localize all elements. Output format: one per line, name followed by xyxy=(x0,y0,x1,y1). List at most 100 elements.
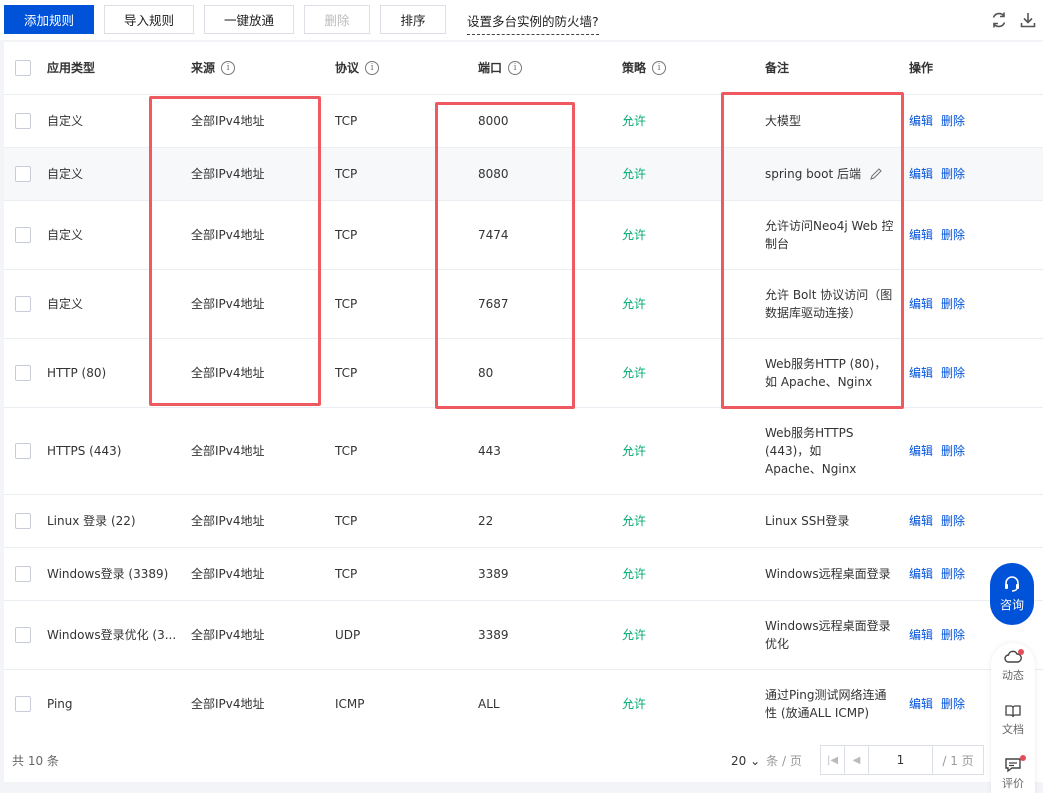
cell-app-type: Windows登录 (3389) xyxy=(47,567,169,581)
header-protocol[interactable]: 协议 i xyxy=(335,42,380,94)
prev-page-icon[interactable]: ◀ xyxy=(845,746,869,774)
cell-policy: 允许 xyxy=(622,228,647,242)
delete-link[interactable]: 删除 xyxy=(941,165,965,183)
download-icon[interactable] xyxy=(1018,10,1038,30)
delete-link[interactable]: 删除 xyxy=(941,226,965,244)
row-checkbox[interactable] xyxy=(15,166,31,182)
cell-note: Linux SSH登录 xyxy=(765,514,850,528)
header-port[interactable]: 端口 i xyxy=(478,42,523,94)
cell-protocol: UDP xyxy=(335,628,361,642)
cell-app-type: HTTP (80) xyxy=(47,366,107,380)
header-action: 操作 xyxy=(909,61,934,75)
delete-link[interactable]: 删除 xyxy=(941,695,965,713)
cell-app-type: HTTPS (443) xyxy=(47,444,122,458)
multi-instance-firewall-link[interactable]: 设置多台实例的防火墙? xyxy=(467,11,599,35)
header-source[interactable]: 来源 i xyxy=(191,42,236,94)
cell-app-type: 自定义 xyxy=(47,297,84,311)
cell-policy: 允许 xyxy=(622,114,647,128)
edit-link[interactable]: 编辑 xyxy=(909,565,933,583)
delete-link[interactable]: 删除 xyxy=(941,565,965,583)
row-checkbox[interactable] xyxy=(15,227,31,243)
total-count: 共 10 条 xyxy=(12,754,59,768)
refresh-icon[interactable] xyxy=(989,10,1009,30)
cell-protocol: TCP xyxy=(335,444,358,458)
cell-protocol: TCP xyxy=(335,514,358,528)
rate-button[interactable]: 评价 xyxy=(991,757,1035,791)
book-icon xyxy=(1005,705,1021,718)
edit-link[interactable]: 编辑 xyxy=(909,695,933,713)
comment-icon xyxy=(1005,758,1021,773)
edit-link[interactable]: 编辑 xyxy=(909,626,933,644)
edit-link[interactable]: 编辑 xyxy=(909,442,933,460)
cell-policy: 允许 xyxy=(622,366,647,380)
dynamic-button[interactable]: 动态 xyxy=(991,649,1035,683)
cell-protocol: TCP xyxy=(335,167,358,181)
row-checkbox[interactable] xyxy=(15,566,31,582)
page-number-input[interactable]: 1 xyxy=(869,746,933,774)
cell-port: 3389 xyxy=(478,628,509,642)
cell-app-type: 自定义 xyxy=(47,228,84,242)
delete-link[interactable]: 删除 xyxy=(941,512,965,530)
row-checkbox[interactable] xyxy=(15,296,31,312)
cell-policy: 允许 xyxy=(622,628,647,642)
cell-app-type: Windows登录优化 (3... xyxy=(47,628,177,642)
header-policy[interactable]: 策略 i xyxy=(622,42,667,94)
docs-button[interactable]: 文档 xyxy=(991,703,1035,737)
delete-link[interactable]: 删除 xyxy=(941,364,965,382)
cell-note: Windows远程桌面登录 xyxy=(765,567,891,581)
dynamic-label: 动态 xyxy=(1002,669,1024,682)
toolbar: 添加规则 导入规则 一键放通 删除 排序 设置多台实例的防火墙? xyxy=(0,0,1043,40)
row-checkbox[interactable] xyxy=(15,627,31,643)
cell-policy: 允许 xyxy=(622,167,647,181)
edit-link[interactable]: 编辑 xyxy=(909,364,933,382)
delete-link[interactable]: 删除 xyxy=(941,112,965,130)
cell-policy: 允许 xyxy=(622,697,647,711)
add-rule-button[interactable]: 添加规则 xyxy=(4,5,94,34)
page-size-select[interactable]: 20 ⌄ 条 / 页 xyxy=(731,752,802,769)
edit-link[interactable]: 编辑 xyxy=(909,226,933,244)
cell-protocol: TCP xyxy=(335,567,358,581)
info-icon[interactable]: i xyxy=(652,61,667,75)
row-checkbox[interactable] xyxy=(15,443,31,459)
cell-protocol: TCP xyxy=(335,366,358,380)
cell-app-type: Linux 登录 (22) xyxy=(47,514,136,528)
sort-button[interactable]: 排序 xyxy=(380,5,446,34)
consult-button[interactable]: 咨询 xyxy=(990,563,1034,625)
cell-policy: 允许 xyxy=(622,514,647,528)
delete-link[interactable]: 删除 xyxy=(941,626,965,644)
cell-protocol: TCP xyxy=(335,114,358,128)
cell-protocol: TCP xyxy=(335,297,358,311)
cell-port: ALL xyxy=(478,697,500,711)
edit-link[interactable]: 编辑 xyxy=(909,165,933,183)
row-checkbox[interactable] xyxy=(15,696,31,712)
delete-link[interactable]: 删除 xyxy=(941,442,965,460)
highlight-port-box xyxy=(435,102,575,409)
select-all-checkbox[interactable] xyxy=(15,60,31,76)
cell-app-type: Ping xyxy=(47,697,73,711)
row-checkbox[interactable] xyxy=(15,513,31,529)
delete-link[interactable]: 删除 xyxy=(941,295,965,313)
cell-port: 3389 xyxy=(478,567,509,581)
delete-button[interactable]: 删除 xyxy=(304,5,370,34)
info-icon[interactable]: i xyxy=(365,61,380,75)
cell-app-type: 自定义 xyxy=(47,167,84,181)
highlight-source-box xyxy=(149,96,321,406)
first-page-icon[interactable]: |◀ xyxy=(821,746,845,774)
info-icon[interactable]: i xyxy=(508,61,523,75)
header-app-type[interactable]: 应用类型 xyxy=(47,42,95,94)
info-icon[interactable]: i xyxy=(221,61,236,75)
cell-note: Windows远程桌面登录优化 xyxy=(765,619,891,651)
row-checkbox[interactable] xyxy=(15,113,31,129)
table-row: HTTPS (443) 全部IPv4地址 TCP 443 允许 Web服务HTT… xyxy=(4,408,1043,495)
cell-protocol: TCP xyxy=(335,228,358,242)
one-click-open-button[interactable]: 一键放通 xyxy=(204,5,294,34)
import-rule-button[interactable]: 导入规则 xyxy=(104,5,194,34)
docs-label: 文档 xyxy=(1002,723,1024,736)
row-checkbox[interactable] xyxy=(15,365,31,381)
edit-link[interactable]: 编辑 xyxy=(909,295,933,313)
edit-link[interactable]: 编辑 xyxy=(909,512,933,530)
table-header: 应用类型 来源 i 协议 i 端口 i 策略 i 备注 操作 xyxy=(4,42,1043,95)
cell-app-type: 自定义 xyxy=(47,114,84,128)
table-row: Linux 登录 (22) 全部IPv4地址 TCP 22 允许 Linux S… xyxy=(4,495,1043,548)
edit-link[interactable]: 编辑 xyxy=(909,112,933,130)
